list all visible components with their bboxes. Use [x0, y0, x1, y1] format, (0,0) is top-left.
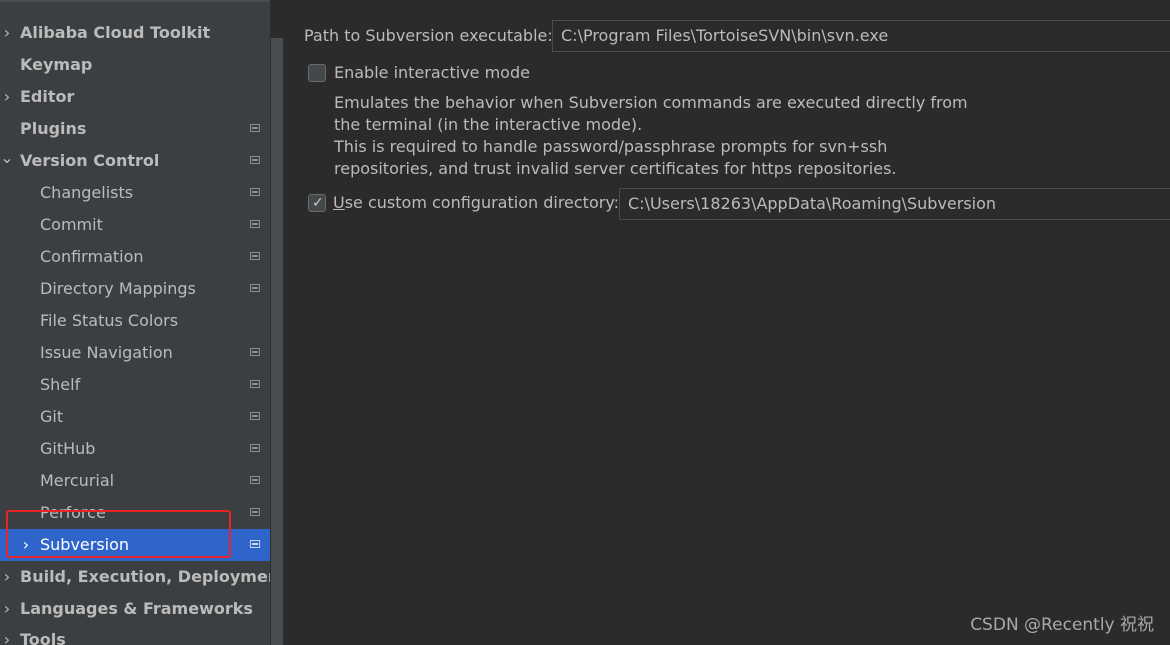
sidebar-item-version-control[interactable]: ⌄ Version Control [0, 145, 270, 177]
sidebar-item-label: Alibaba Cloud Toolkit [20, 23, 211, 42]
sidebar-item-label: Subversion [40, 535, 130, 554]
settings-sidebar: › Alibaba Cloud Toolkit Keymap › Editor … [0, 0, 270, 645]
sidebar-item-changelists[interactable]: Changelists [0, 177, 270, 209]
sidebar-item-label: Confirmation [40, 247, 144, 266]
chevron-right-icon[interactable]: › [19, 529, 33, 561]
sidebar-divider [0, 0, 270, 2]
interactive-mode-checkbox[interactable] [308, 64, 326, 82]
path-label: Path to Subversion executable: [304, 26, 553, 45]
chevron-down-icon[interactable]: ⌄ [0, 145, 14, 171]
config-dir-field[interactable]: C:\Users\18263\AppData\Roaming\Subversio… [619, 188, 1170, 220]
sidebar-item-subversion[interactable]: › Subversion [0, 529, 270, 561]
project-settings-icon [250, 540, 260, 548]
chevron-right-icon[interactable]: › [0, 624, 14, 645]
sidebar-item-label: Build, Execution, Deployment [20, 567, 270, 586]
sidebar-item-confirmation[interactable]: Confirmation [0, 241, 270, 273]
subversion-settings-panel: Path to Subversion executable: C:\Progra… [283, 0, 1170, 645]
project-settings-icon [250, 220, 260, 228]
sidebar-item-label: Version Control [20, 151, 160, 170]
custom-config-dir-checkbox[interactable]: ✓ [308, 194, 326, 212]
sidebar-item-issue-navigation[interactable]: Issue Navigation [0, 337, 270, 369]
chevron-right-icon[interactable]: › [0, 593, 14, 625]
sidebar-item-editor[interactable]: › Editor [0, 81, 270, 113]
sidebar-item-languages-frameworks[interactable]: › Languages & Frameworks [0, 593, 270, 625]
custom-config-dir-label[interactable]: Use custom configuration directory: [333, 193, 619, 212]
project-settings-icon [250, 156, 260, 164]
sidebar-item-perforce[interactable]: Perforce [0, 497, 270, 529]
project-settings-icon [250, 348, 260, 356]
sidebar-item-label: File Status Colors [40, 311, 179, 330]
description-line: the terminal (in the interactive mode). [334, 115, 643, 134]
sidebar-item-label: Plugins [20, 119, 87, 138]
settings-window: › Alibaba Cloud Toolkit Keymap › Editor … [0, 0, 1170, 645]
sidebar-item-label: Editor [20, 87, 75, 106]
sidebar-item-label: Directory Mappings [40, 279, 196, 298]
sidebar-item-shelf[interactable]: Shelf [0, 369, 270, 401]
sidebar-item-label: Keymap [20, 55, 93, 74]
description-line: This is required to handle password/pass… [334, 137, 888, 156]
sidebar-item-label: GitHub [40, 439, 96, 458]
interactive-mode-label[interactable]: Enable interactive mode [334, 63, 530, 82]
checkmark-icon: ✓ [312, 195, 324, 211]
chevron-right-icon[interactable]: › [0, 561, 14, 593]
sidebar-item-file-status-colors[interactable]: File Status Colors [0, 305, 270, 337]
sidebar-item-label: Tools [20, 630, 66, 645]
sidebar-item-commit[interactable]: Commit [0, 209, 270, 241]
sidebar-item-label: Languages & Frameworks [20, 599, 253, 618]
project-settings-icon [250, 188, 260, 196]
project-settings-icon [250, 508, 260, 516]
sidebar-item-keymap[interactable]: Keymap [0, 49, 270, 81]
sidebar-item-directory-mappings[interactable]: Directory Mappings [0, 273, 270, 305]
project-settings-icon [250, 412, 260, 420]
sidebar-item-label: Mercurial [40, 471, 115, 490]
sidebar-item-label: Issue Navigation [40, 343, 173, 362]
sidebar-item-mercurial[interactable]: Mercurial [0, 465, 270, 497]
description-line: repositories, and trust invalid server c… [334, 159, 897, 178]
project-settings-icon [250, 380, 260, 388]
sidebar-item-label: Commit [40, 215, 103, 234]
project-settings-icon [250, 476, 260, 484]
sidebar-item-label: Changelists [40, 183, 134, 202]
sidebar-item-tools[interactable]: › Tools [0, 624, 270, 645]
sidebar-item-github[interactable]: GitHub [0, 433, 270, 465]
sidebar-item-git[interactable]: Git [0, 401, 270, 433]
sidebar-item-build-execution-deployment[interactable]: › Build, Execution, Deployment [0, 561, 270, 593]
sidebar-scrollbar[interactable] [271, 38, 283, 645]
project-settings-icon [250, 252, 260, 260]
svn-path-field[interactable]: C:\Program Files\TortoiseSVN\bin\svn.exe [552, 20, 1170, 52]
project-settings-icon [250, 284, 260, 292]
sidebar-item-label: Git [40, 407, 64, 426]
sidebar-item-label: Perforce [40, 503, 106, 522]
sidebar-item-label: Shelf [40, 375, 81, 394]
description-line: Emulates the behavior when Subversion co… [334, 93, 968, 112]
sidebar-item-alibaba-cloud-toolkit[interactable]: › Alibaba Cloud Toolkit [0, 17, 270, 49]
project-settings-icon [250, 444, 260, 452]
chevron-right-icon[interactable]: › [0, 17, 14, 49]
sidebar-item-plugins[interactable]: Plugins [0, 113, 270, 145]
chevron-right-icon[interactable]: › [0, 81, 14, 113]
project-settings-icon [250, 124, 260, 132]
watermark-text: CSDN @Recently 祝祝 [970, 615, 1154, 635]
